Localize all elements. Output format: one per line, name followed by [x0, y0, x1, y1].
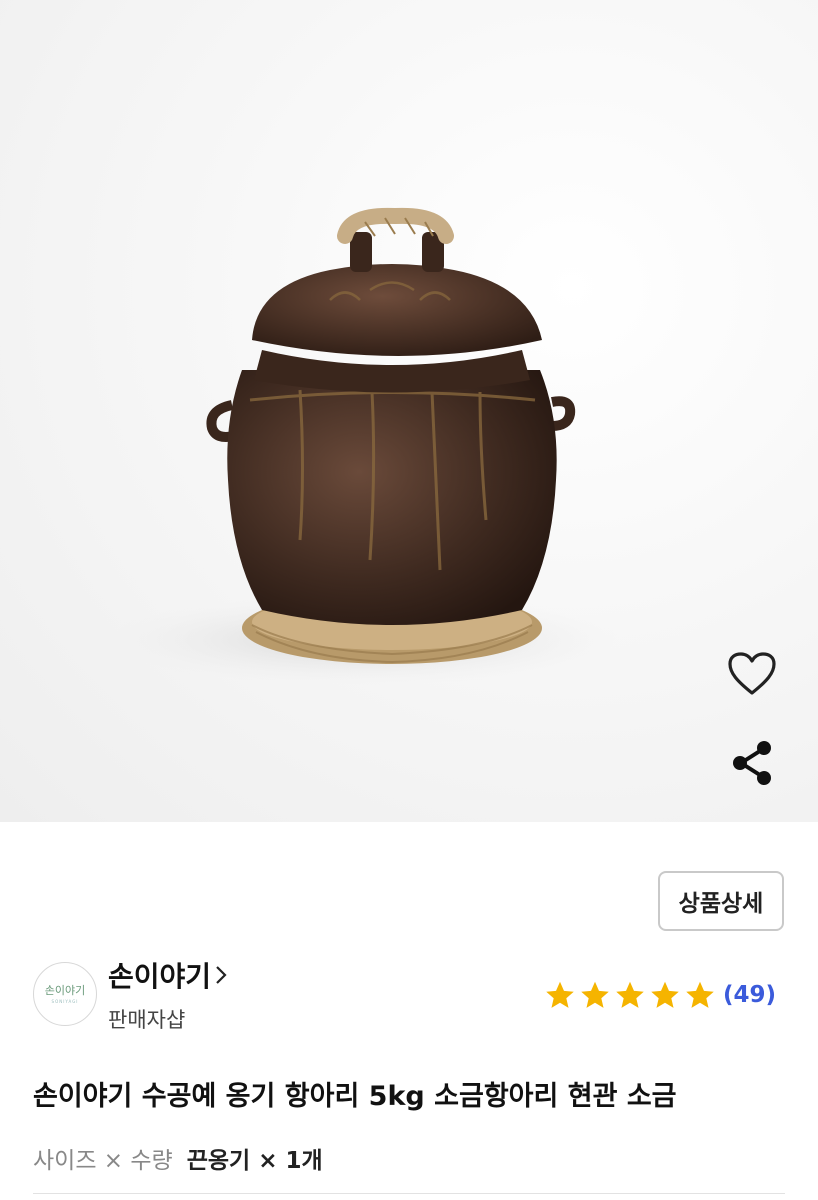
wishlist-button[interactable] [724, 646, 780, 702]
option-value: 끈옹기 × 1개 [186, 1148, 323, 1174]
seller-name-link[interactable]: 손이야기 [108, 957, 227, 993]
star-icon [686, 981, 714, 1008]
star-icon [616, 981, 644, 1008]
chevron-right-icon [215, 965, 227, 985]
selected-option: 사이즈 × 수량 끈옹기 × 1개 [33, 1141, 323, 1175]
seller-logo-text: 손이야기 [44, 983, 86, 997]
seller-logo[interactable]: 손이야기 SONIYAGI [33, 962, 97, 1026]
onggi-jar-illustration [100, 207, 620, 685]
star-icon [581, 981, 609, 1008]
product-detail-button[interactable]: 상품상세 [658, 871, 784, 931]
heart-outline-icon [728, 652, 776, 695]
product-image [0, 0, 818, 822]
rating-stars [543, 979, 717, 1012]
seller-logo-subtext: SONIYAGI [51, 998, 79, 1004]
product-title: 손이야기 수공예 옹기 항아리 5kg 소금항아리 현관 소금 [33, 1081, 677, 1112]
seller-name: 손이야기 [108, 960, 212, 993]
star-icon [546, 981, 574, 1008]
share-icon [733, 741, 771, 785]
star-icon [651, 981, 679, 1008]
option-label: 사이즈 × 수량 [33, 1148, 173, 1174]
divider [33, 1193, 785, 1194]
share-button[interactable] [724, 734, 780, 792]
seller-type-label: 판매자샵 [108, 1008, 186, 1032]
rating-summary[interactable]: (49) [543, 976, 776, 1014]
review-count: (49) [723, 982, 777, 1008]
